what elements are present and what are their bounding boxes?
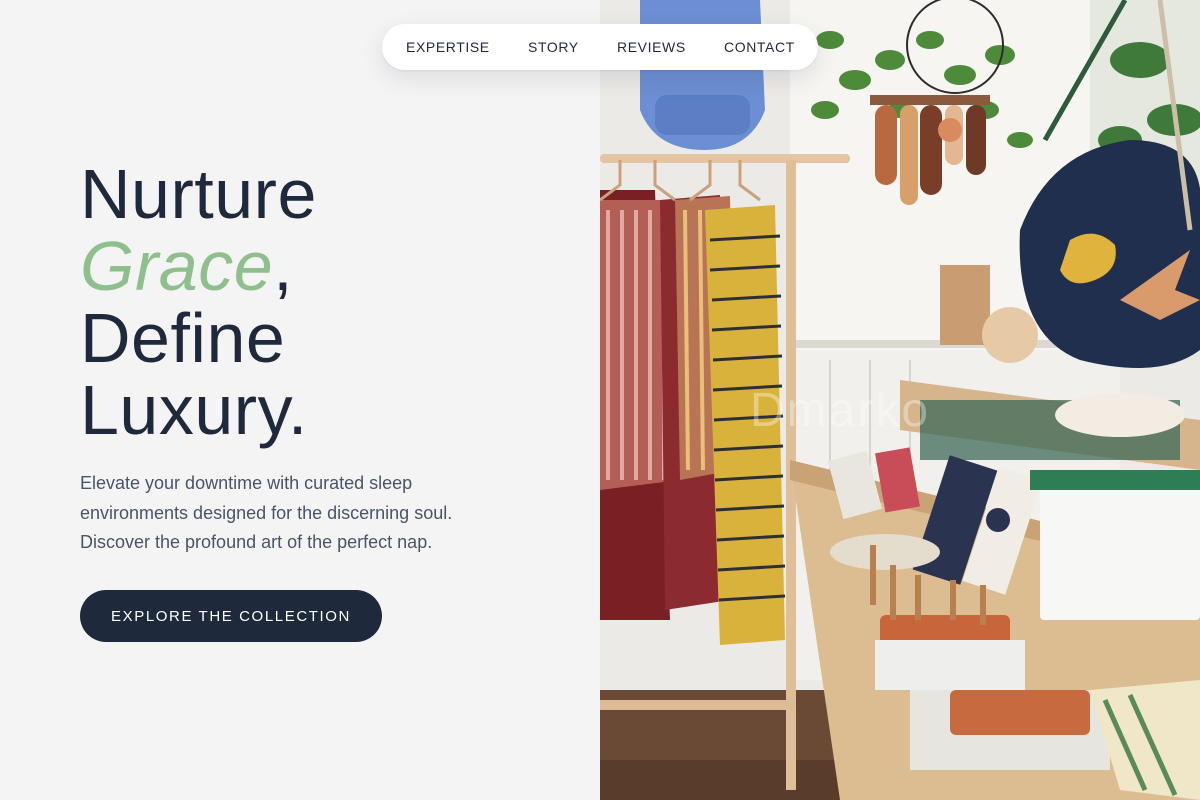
headline-accent-word: Grace — [80, 227, 274, 305]
nav-item-contact[interactable]: CONTACT — [724, 39, 795, 55]
description-line-3: Discover the profound art of the perfect… — [80, 532, 433, 552]
headline-line-2: Grace, — [80, 230, 317, 302]
headline-accent-suffix: , — [273, 227, 294, 305]
nav-item-expertise[interactable]: EXPERTISE — [406, 39, 490, 55]
nav-item-reviews[interactable]: REVIEWS — [617, 39, 686, 55]
hero-left-panel: Nurture Grace, Define Luxury. Elevate yo… — [0, 0, 600, 800]
explore-collection-button[interactable]: EXPLORE THE COLLECTION — [80, 590, 382, 642]
headline-line-4: Luxury. — [80, 371, 308, 449]
description-line-2: environments designed for the discerning… — [80, 502, 453, 523]
description-line-1: Elevate your downtime with curated sleep — [80, 473, 413, 493]
shop-photo-image: Dmarko — [600, 0, 1200, 800]
hero-headline: Nurture Grace, Define Luxury. — [80, 158, 317, 446]
top-navigation: EXPERTISE STORY REVIEWS CONTACT — [382, 24, 818, 70]
headline-line-3: Define — [80, 299, 286, 377]
hero-description: Elevate your downtime with curated sleep… — [80, 469, 480, 558]
image-watermark: Dmarko — [750, 384, 931, 437]
headline-line-1: Nurture — [80, 155, 317, 233]
nav-item-story[interactable]: STORY — [528, 39, 579, 55]
